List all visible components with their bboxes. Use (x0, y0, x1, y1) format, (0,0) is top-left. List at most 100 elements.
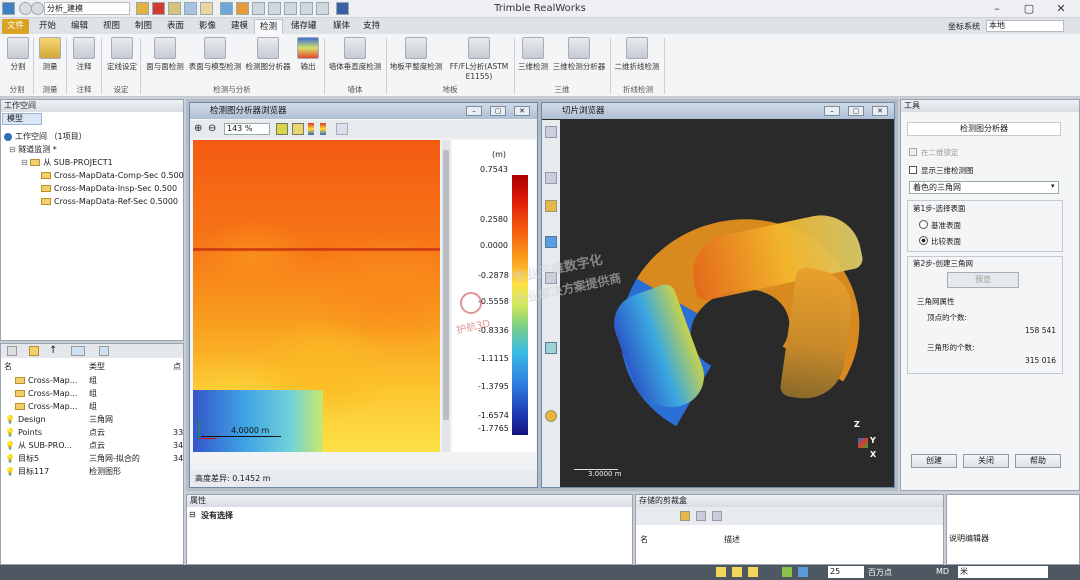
tree-item[interactable]: Cross-MapData-Insp-Sec 0.500 (41, 182, 177, 195)
menu-view[interactable]: 视图 (98, 19, 125, 34)
filter-icon[interactable] (798, 567, 808, 577)
annotate-button[interactable]: 注释 (70, 37, 98, 72)
tree-project[interactable]: ⊟ 隧道监测 * (9, 143, 57, 156)
menu-edit[interactable]: 编辑 (66, 19, 93, 34)
radio-base-surface[interactable] (919, 220, 928, 229)
2d-polyline-button[interactable]: 二维折线检测 (612, 37, 662, 72)
sun-icon[interactable] (545, 410, 557, 422)
viewer-maximize-button[interactable]: ▢ (490, 106, 506, 116)
menu-inspect[interactable]: 检测 (254, 19, 284, 34)
folder-icon[interactable] (29, 346, 39, 356)
mesh-type-combo[interactable]: 着色的三角网 (909, 181, 1059, 194)
viewer-close-button[interactable]: ✕ (514, 106, 530, 116)
ribbon-separator (514, 38, 515, 94)
create-button[interactable]: 创建 (911, 454, 957, 468)
doc-icon[interactable] (545, 172, 557, 184)
help-button[interactable]: 帮助 (1015, 454, 1061, 468)
inspection-analyzer-button[interactable]: 检测图分析器 (242, 37, 294, 72)
open-icon[interactable] (680, 511, 690, 521)
close-button[interactable]: ✕ (1046, 2, 1076, 16)
minimize-button[interactable]: – (982, 2, 1012, 16)
list-item[interactable]: 💡 目标5 三角网-拟合的 34 (5, 452, 185, 465)
menu-media[interactable]: 媒体 (328, 19, 355, 34)
clip-header-desc[interactable]: 描述 (724, 534, 740, 545)
colorbar-icon[interactable] (320, 123, 326, 135)
slice-minimize-button[interactable]: – (824, 106, 840, 116)
heatmap-scrollbar[interactable] (442, 140, 450, 452)
list-item[interactable]: Cross-Map... 组 (15, 387, 185, 400)
target-icon[interactable] (545, 200, 557, 212)
list-item[interactable]: 💡 Design 三角网 (5, 413, 185, 426)
settings-icon[interactable] (336, 123, 348, 135)
checkbox-3d-show[interactable] (909, 166, 917, 174)
coord-system-combo[interactable]: 本地 (986, 20, 1064, 32)
list-item[interactable]: Cross-Map... 组 (15, 374, 185, 387)
slice-close-button[interactable]: ✕ (872, 106, 888, 116)
navigate-icon[interactable] (545, 126, 557, 138)
tree-item[interactable]: Cross-MapData-Comp-Sec 0.500 (41, 169, 184, 182)
save-icon[interactable] (696, 511, 706, 521)
slice-maximize-button[interactable]: ▢ (848, 106, 864, 116)
menu-surface[interactable]: 表面 (162, 19, 189, 34)
output-button[interactable]: 输出 (294, 37, 322, 72)
viewer-minimize-button[interactable]: – (466, 106, 482, 116)
split-button[interactable]: 分割 (4, 37, 32, 72)
3d-tunnel-view[interactable]: 3.0000 m Z Y X (560, 120, 894, 487)
up-arrow-icon[interactable]: ↑ (49, 345, 57, 356)
menu-tank[interactable]: 储存罐 (286, 19, 322, 34)
layer-icon[interactable] (545, 342, 557, 354)
clip-header-name[interactable]: 名 (640, 534, 648, 545)
menu-support[interactable]: 支持 (358, 19, 385, 34)
list-header-points[interactable]: 点 (173, 360, 181, 373)
list-item[interactable]: Cross-Map... 组 (15, 400, 185, 413)
ff-fl-analysis-button[interactable]: FF/FL分析(ASTM E1155) (446, 37, 512, 81)
grid-icon[interactable] (99, 346, 109, 356)
maximize-button[interactable]: ▢ (1014, 2, 1044, 16)
deviation-heatmap[interactable]: 4.0000 m (193, 140, 440, 452)
measure-button[interactable]: 测量 (36, 37, 64, 72)
preview-button[interactable]: 预览 (947, 272, 1019, 288)
3d-inspect-analyzer-button[interactable]: 三维检测分析器 (550, 37, 608, 72)
list-header-type[interactable]: 类型 (89, 360, 105, 373)
unit-field[interactable]: 米 (958, 566, 1048, 578)
tab-model[interactable]: 模型 (2, 113, 42, 125)
menu-draw[interactable]: 制图 (130, 19, 157, 34)
list-item[interactable]: 💡 目标117 检测图形 (5, 465, 185, 478)
zoom-out-icon[interactable]: ⊖ (208, 123, 216, 134)
close-tool-button[interactable]: 关闭 (963, 454, 1009, 468)
tree-subproject[interactable]: ⊟ 从 SUB-PROJECT1 (21, 156, 113, 169)
point-count-field[interactable]: 25 (828, 566, 864, 578)
view-mode-icon[interactable] (71, 346, 85, 356)
menu-start[interactable]: 开始 (34, 19, 61, 34)
menu-image[interactable]: 影像 (194, 19, 221, 34)
zoom-in-icon[interactable]: ⊕ (194, 123, 202, 134)
layout-icon[interactable] (716, 567, 726, 577)
menu-file[interactable]: 文件 (2, 19, 30, 34)
layout-icon[interactable] (748, 567, 758, 577)
colorbar-icon[interactable] (308, 123, 314, 135)
checkbox-2d-lock[interactable] (909, 148, 917, 156)
fit-icon[interactable] (276, 123, 288, 135)
menu-model[interactable]: 建模 (226, 19, 253, 34)
layout-icon[interactable] (732, 567, 742, 577)
cube-icon[interactable] (545, 236, 557, 248)
label-base-surface: 基准表面 (931, 221, 961, 230)
floor-flatness-button[interactable]: 地板平整度检测 (388, 37, 444, 72)
tree-root[interactable]: 工作空间 （1项目） (4, 130, 87, 143)
surface-surface-button[interactable]: 面与面检测 (142, 37, 188, 72)
zoom-combo[interactable]: 143 % (224, 123, 270, 135)
alignment-set-button[interactable]: 定线设定 (104, 37, 140, 72)
list-item[interactable]: 💡 从 SUB-PRO... 点云 34 (5, 439, 185, 452)
tree-item[interactable]: Cross-MapData-Ref-Sec 0.5000 (41, 195, 178, 208)
snap-icon[interactable] (782, 567, 792, 577)
surface-model-button[interactable]: 表面与模型检测 (188, 37, 242, 72)
collapse-icon[interactable]: ⊟ (189, 510, 199, 520)
list-header-name[interactable]: 名 (4, 360, 12, 373)
back-icon[interactable] (7, 346, 17, 356)
settings-icon[interactable] (712, 511, 722, 521)
list-item[interactable]: 💡 Points 点云 33 (5, 426, 185, 439)
frame-icon[interactable] (292, 123, 304, 135)
wall-plumb-button[interactable]: 墙体垂直度检测 (326, 37, 384, 72)
3d-inspect-button[interactable]: 三维检测 (516, 37, 550, 72)
radio-compare-surface[interactable] (919, 236, 928, 245)
